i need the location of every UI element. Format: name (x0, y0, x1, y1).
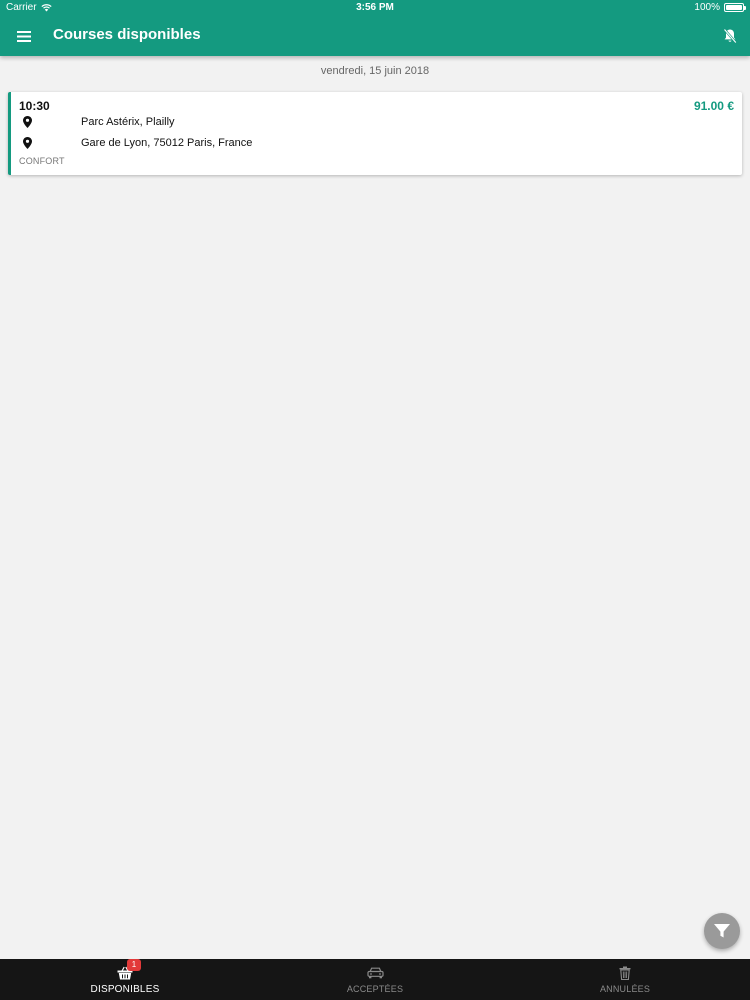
filter-icon (714, 924, 730, 938)
status-time: 3:56 PM (356, 2, 394, 13)
tab-acceptees[interactable]: ACCEPTÉES (250, 959, 500, 1000)
dropoff-address: Gare de Lyon, 75012 Paris, France (81, 137, 253, 149)
hamburger-menu-icon (17, 30, 31, 42)
top-bar: Carrier 3:56 PM 100% Courses disponibles (0, 0, 750, 56)
tab-disponibles[interactable]: 1 DISPONIBLES (0, 958, 250, 1000)
pickup-address: Parc Astérix, Plailly (81, 116, 175, 128)
available-count-badge: 1 (127, 958, 141, 971)
pickup-row: Parc Astérix, Plailly (21, 115, 175, 129)
tab-label: ANNULÉES (599, 984, 651, 994)
ride-time: 10:30 (19, 99, 50, 113)
battery-percent: 100% (694, 2, 720, 13)
bell-off-icon (723, 28, 737, 44)
map-pin-icon (21, 115, 33, 129)
notifications-toggle-button[interactable] (718, 24, 742, 48)
battery-indicator: 100% (694, 2, 746, 13)
trash-icon (619, 966, 631, 980)
dropoff-row: Gare de Lyon, 75012 Paris, France (21, 136, 252, 150)
date-section-header: vendredi, 15 juin 2018 (320, 65, 430, 77)
menu-button[interactable] (12, 24, 36, 48)
ride-card[interactable]: 10:30 91.00 € Parc Astérix, Plailly Gare… (8, 92, 742, 175)
vehicle-category: CONFORT (19, 156, 65, 166)
battery-icon (724, 3, 746, 12)
status-bar: Carrier 3:56 PM 100% (0, 0, 750, 16)
car-icon (366, 967, 384, 979)
tab-annulees[interactable]: ANNULÉES (500, 959, 750, 1000)
page-title: Courses disponibles (53, 26, 201, 43)
map-pin-icon (21, 136, 33, 150)
bottom-tab-bar: 1 DISPONIBLES ACCEPTÉES ANNULÉES (0, 958, 750, 1000)
app-bar: Courses disponibles (0, 16, 750, 56)
ride-price: 91.00 € (693, 99, 734, 113)
tab-label: ACCEPTÉES (346, 984, 404, 994)
tab-label: DISPONIBLES (90, 983, 160, 995)
filter-button[interactable] (704, 913, 740, 949)
